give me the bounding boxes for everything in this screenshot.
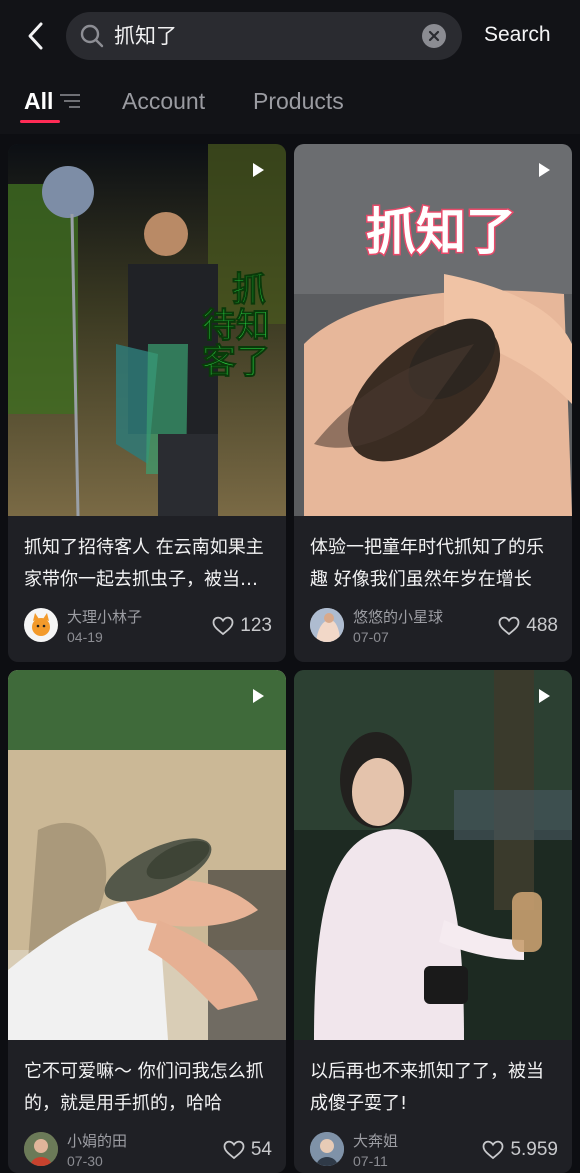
heart-icon [483, 1140, 504, 1160]
clear-search-button[interactable] [422, 24, 446, 48]
thumbnail-overlay-text: 抓 待知 客了 [202, 270, 271, 382]
author-name[interactable]: 小娟的田 [67, 1132, 127, 1150]
result-title[interactable]: 以后再也不来抓知了了，被当成傻子耍了! [310, 1056, 560, 1120]
post-date: 07-07 [353, 629, 389, 645]
avatar[interactable] [310, 608, 344, 642]
post-date: 07-30 [67, 1153, 103, 1169]
result-card[interactable]: 它不可爱嘛～ 你们问我怎么抓的，就是用手抓的，哈哈 小娟的田 07-30 54 [8, 670, 286, 1173]
heart-icon [223, 1140, 245, 1160]
search-query-text[interactable]: 抓知了 [114, 22, 177, 50]
result-card[interactable]: 抓知了 体验一把童年时代抓知了的乐趣 好像我们虽然年岁在增长 悠悠的小星球 07… [294, 144, 572, 662]
result-title[interactable]: 体验一把童年时代抓知了的乐趣 好像我们虽然年岁在增长 [310, 532, 560, 596]
author-name[interactable]: 大理小林子 [67, 608, 142, 626]
result-card[interactable]: 以后再也不来抓知了了，被当成傻子耍了! 大奔姐 07-11 5.959 [294, 670, 572, 1173]
search-button[interactable]: Search [484, 20, 551, 50]
like-count-value: 123 [240, 615, 272, 636]
search-icon [80, 24, 104, 48]
like-count[interactable]: 54 [223, 1138, 272, 1162]
chevron-left-icon [28, 22, 43, 50]
post-date: 07-11 [353, 1153, 388, 1169]
back-button[interactable] [18, 18, 52, 54]
play-icon [253, 163, 264, 177]
avatar[interactable] [24, 608, 58, 642]
author-name[interactable]: 大奔姐 [353, 1132, 398, 1150]
avatar[interactable] [310, 1132, 344, 1166]
like-count-value: 488 [526, 615, 558, 636]
like-count-value: 5.959 [510, 1139, 558, 1160]
avatar[interactable] [24, 1132, 58, 1166]
result-title[interactable]: 它不可爱嘛～ 你们问我怎么抓的，就是用手抓的，哈哈 [24, 1056, 274, 1120]
result-tabs: All Account Products [0, 80, 580, 130]
search-input[interactable]: 抓知了 [66, 12, 462, 60]
top-bar: 抓知了 Search [0, 0, 580, 72]
filter-icon[interactable] [59, 92, 81, 110]
video-thumbnail[interactable]: 抓 待知 客了 [8, 144, 286, 516]
play-icon [539, 163, 550, 177]
like-count[interactable]: 123 [212, 614, 272, 638]
author-name[interactable]: 悠悠的小星球 [353, 608, 443, 626]
play-icon [253, 689, 264, 703]
post-date: 04-19 [67, 629, 103, 645]
result-card[interactable]: 抓 待知 客了 抓知了招待客人 在云南如果主家带你一起去抓虫子，被当成自己人了 … [8, 144, 286, 662]
like-count[interactable]: 5.959 [482, 1138, 558, 1162]
heart-icon [498, 616, 520, 636]
like-count[interactable]: 488 [498, 614, 558, 638]
tab-account[interactable]: Account [122, 86, 205, 116]
video-thumbnail[interactable] [8, 670, 286, 1040]
video-thumbnail[interactable]: 抓知了 [294, 144, 572, 516]
result-title[interactable]: 抓知了招待客人 在云南如果主家带你一起去抓虫子，被当成自己人了 [24, 532, 274, 596]
tab-all[interactable]: All [24, 86, 53, 116]
close-icon [428, 30, 440, 42]
heart-icon [212, 616, 234, 636]
play-icon [539, 689, 550, 703]
like-count-value: 54 [250, 1139, 272, 1160]
tab-products[interactable]: Products [253, 86, 344, 116]
thumbnail-overlay-text: 抓知了 [365, 202, 518, 263]
active-tab-indicator [20, 120, 60, 123]
video-thumbnail[interactable] [294, 670, 572, 1040]
